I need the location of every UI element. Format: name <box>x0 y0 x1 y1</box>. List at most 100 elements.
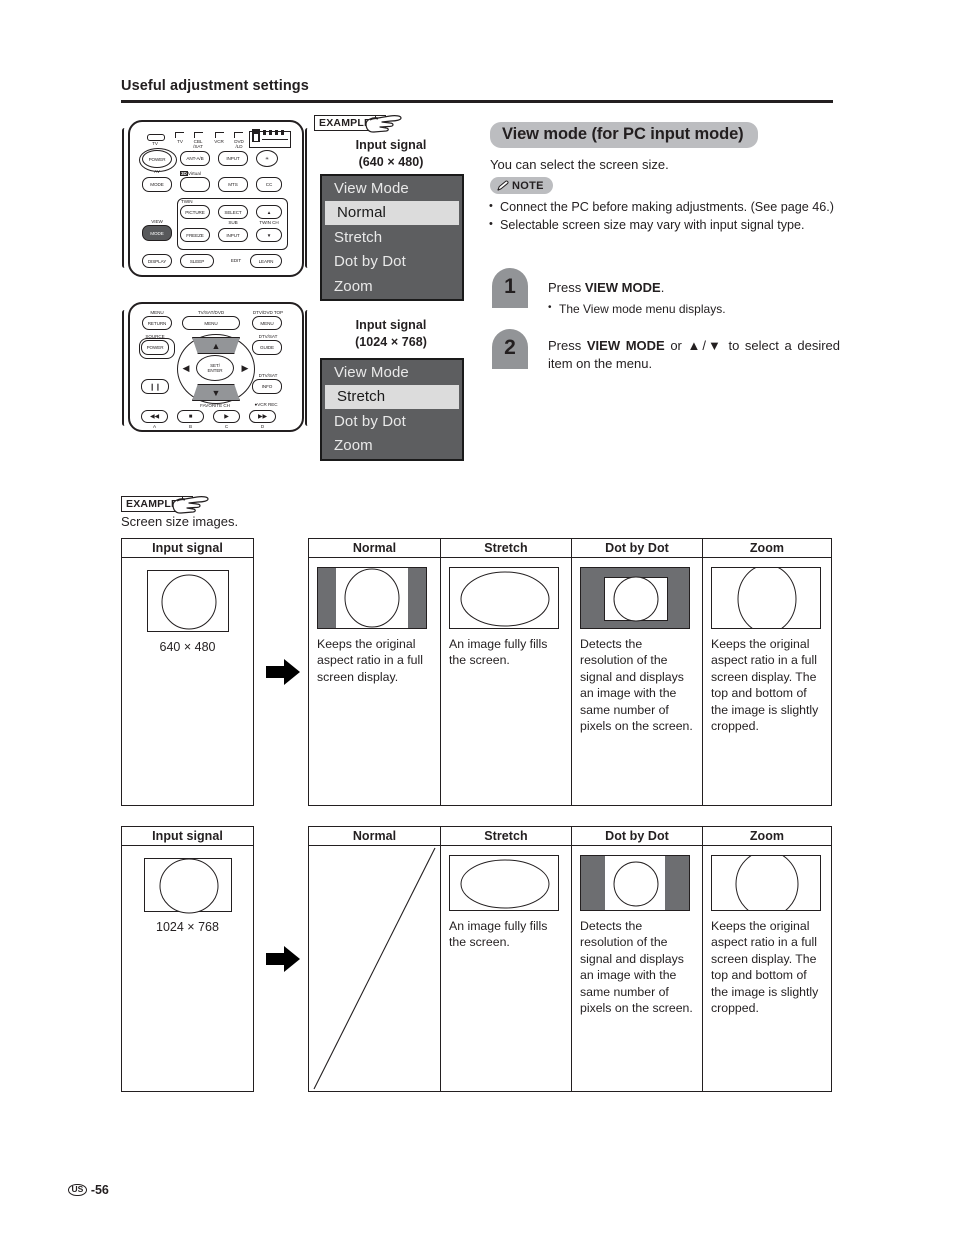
button-display[interactable]: DISPLAY <box>142 254 172 268</box>
device-bracket-vcr <box>215 132 224 138</box>
osd-menu-title: View Mode <box>334 179 409 197</box>
input-signal-header-row-2: Input signal <box>122 827 253 846</box>
button-virtual[interactable] <box>180 177 210 192</box>
cell-stretch-2: An image fully fills the screen. <box>440 846 571 1091</box>
note-item-1: Connect the PC before making adjustments… <box>489 198 839 217</box>
example-badge-top: EXAMPLE <box>314 115 402 133</box>
button-light[interactable]: ☀ <box>256 150 278 167</box>
label-tv-sat-dvd: TV/SAT/DVD <box>197 310 225 315</box>
button-twin-picture[interactable]: PICTURE <box>180 205 210 219</box>
button-twin-ch-down[interactable]: ▼ <box>256 228 282 242</box>
screen-preview-zoom-2 <box>711 855 821 911</box>
col-header-stretch-2: Stretch <box>440 827 571 845</box>
osd-signal-value-1: (640 × 480) <box>358 154 424 169</box>
input-signal-body-2: 1024 × 768 <box>122 846 253 1091</box>
view-mode-header-row-2: Normal Stretch Dot by Dot Zoom <box>309 827 831 846</box>
button-menu-main[interactable]: MENU <box>182 316 240 330</box>
button-cc[interactable]: CC <box>256 177 282 192</box>
remote-control-lower: MENU RETURN TV/SAT/DVD MENU DTV/DVD TOP … <box>128 302 304 432</box>
step-1-subtext: The View mode menu displays. <box>548 299 838 318</box>
screen-preview-zoom-1 <box>711 567 821 629</box>
input-screen-preview-640 <box>146 570 229 632</box>
osd-item-zoom[interactable]: Zoom <box>322 274 462 299</box>
cell-normal-2 <box>309 846 440 1091</box>
remote-upper-right-rail <box>305 128 310 268</box>
button-freeze[interactable]: FREEZE <box>180 228 210 242</box>
step-2-prefix: Press <box>548 338 587 353</box>
button-mts[interactable]: MTS <box>218 177 248 192</box>
dpad-up[interactable]: ▲ <box>192 337 240 354</box>
button-learn[interactable]: LEARN <box>250 254 282 268</box>
button-return[interactable]: RETURN <box>142 316 172 330</box>
input-signal-header-1: Input signal <box>152 541 223 555</box>
osd-item-stretch-2[interactable]: Stretch <box>325 384 459 409</box>
button-rew[interactable]: ◀◀ <box>141 410 168 423</box>
dpad-down[interactable]: ▼ <box>192 384 240 401</box>
osd-item-stretch[interactable]: Stretch <box>322 225 462 250</box>
osd-item-normal[interactable]: Normal <box>325 200 459 225</box>
button-source-power-outline <box>139 338 175 359</box>
osd-item-zoom-2[interactable]: Zoom <box>322 434 462 459</box>
osd-item-dot-by-dot-2[interactable]: Dot by Dot <box>322 409 462 434</box>
label-btn-b: B <box>188 424 192 429</box>
button-sleep[interactable]: SLEEP <box>180 254 214 268</box>
input-signal-header-2: Input signal <box>152 829 223 843</box>
osd-signal-title-1: Input signal <box>355 138 427 152</box>
label-sub: SUB <box>228 220 238 225</box>
button-twin-ch-up[interactable]: ▲ <box>256 205 282 219</box>
step-1-suffix: . <box>660 280 665 295</box>
button-ant-ab[interactable]: ANT-A/B <box>180 151 210 166</box>
osd-item-dot-by-dot[interactable]: Dot by Dot <box>322 250 462 275</box>
label-menu-return: MENU <box>150 310 164 315</box>
button-input[interactable]: INPUT <box>218 151 248 166</box>
view-mode-body-2: An image fully fills the screen. Detects… <box>309 846 831 1091</box>
button-set-enter[interactable]: SET/ENTER <box>196 355 234 381</box>
button-info[interactable]: INFO <box>252 379 282 394</box>
flow-arrow-2 <box>264 944 302 979</box>
button-twin-select[interactable]: SELECT <box>218 205 248 219</box>
label-vcr-rec: ●VCR REC <box>254 402 278 407</box>
button-ff[interactable]: ▶▶ <box>249 410 276 423</box>
button-pause[interactable]: ❙❙ <box>141 379 169 394</box>
view-mode-table-2: Normal Stretch Dot by Dot Zoom An image … <box>308 826 832 1092</box>
screen-preview-dot-by-dot-2 <box>580 855 690 911</box>
step-badge-2: 2 <box>492 329 528 369</box>
button-view-mode[interactable]: MODE <box>142 225 172 241</box>
label-twin: TWIN <box>181 199 193 204</box>
button-play[interactable]: ▶ <box>213 410 240 423</box>
label-btn-d: D <box>260 424 265 429</box>
page-number: -56 <box>90 1183 109 1197</box>
col-header-normal-2: Normal <box>352 829 397 843</box>
remote-control-upper: TV TV CBL/SAT/DTV VCR DVD/LD POWER AV AN… <box>128 120 304 277</box>
dpad-right[interactable]: ▶ <box>239 356 251 380</box>
caption-zoom-2: Keeps the original aspect ratio in a ful… <box>711 919 819 1016</box>
ir-emitter-icon <box>147 134 165 141</box>
remote-upper-left-rail <box>122 128 127 268</box>
button-guide[interactable]: GUIDE <box>252 340 282 355</box>
label-3d-virtual: 3DVirtual <box>180 171 201 176</box>
col-header-zoom-2: Zoom <box>702 827 831 845</box>
step-text-2: Press VIEW MODE or ▲/▼ to select a desir… <box>548 337 840 373</box>
device-label-dvd: DVD/LD <box>234 139 244 150</box>
section-title: View mode (for PC input mode) <box>490 122 758 148</box>
remote-lower-right-rail <box>305 310 310 426</box>
button-mode[interactable]: MODE <box>142 177 172 192</box>
label-edit: EDIT <box>230 258 242 263</box>
pointing-hand-icon <box>172 496 209 514</box>
label-dtv-sat-info: DTV/SAT <box>258 373 278 378</box>
note-list: Connect the PC before making adjustments… <box>489 198 839 234</box>
cell-normal-1: Keeps the original aspect ratio in a ful… <box>309 558 440 805</box>
note-badge: NOTE <box>490 177 553 194</box>
label-favorite-ch: FAVORITE CH <box>200 403 230 408</box>
button-stop[interactable]: ■ <box>177 410 204 423</box>
dpad-left[interactable]: ◀ <box>180 356 192 380</box>
screen-preview-normal-1 <box>317 567 427 629</box>
button-menu-dtv[interactable]: MENU <box>252 316 282 330</box>
osd-signal-title-2: Input signal <box>355 318 427 332</box>
button-sub-input[interactable]: INPUT <box>218 228 248 242</box>
step-text-1: Press VIEW MODE. The View mode menu disp… <box>548 279 838 318</box>
label-dtv-sat-guide: DTV/SAT <box>258 334 278 339</box>
cell-dot-by-dot-2: Detects the resolution of the signal and… <box>571 846 702 1091</box>
input-signal-caption-1: 640 × 480 <box>159 640 216 654</box>
label-view: VIEW <box>151 219 163 224</box>
